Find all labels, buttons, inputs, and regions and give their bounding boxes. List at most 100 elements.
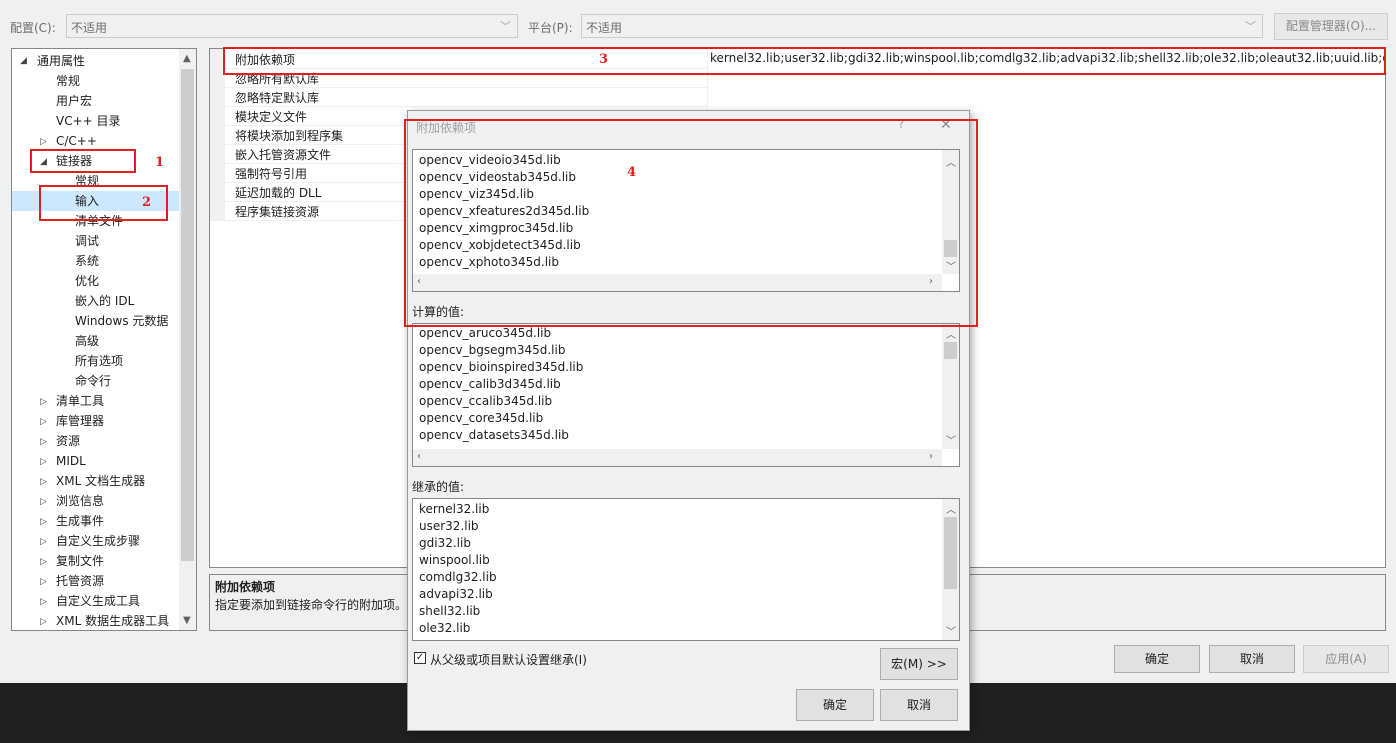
- property-name: 强制符号引用: [235, 167, 308, 181]
- dialog-cancel-button[interactable]: 取消: [880, 689, 958, 721]
- tree-item[interactable]: 浏览信息: [56, 491, 104, 511]
- collapse-triangle-icon[interactable]: ▷: [40, 137, 47, 147]
- tree-item[interactable]: 调试: [75, 231, 99, 251]
- tree-item[interactable]: XML 文档生成器: [56, 471, 145, 491]
- inherit-checkbox[interactable]: ✓: [414, 652, 426, 664]
- expand-triangle-icon[interactable]: ◢: [20, 56, 27, 66]
- collapse-triangle-icon[interactable]: ▷: [40, 477, 47, 487]
- platform-combo[interactable]: 不适用 ﹀: [581, 14, 1263, 38]
- tree-item[interactable]: Windows 元数据: [75, 311, 168, 331]
- inherit-checkbox-label[interactable]: 从父级或项目默认设置继承(I): [430, 651, 587, 668]
- collapse-triangle-icon[interactable]: ▷: [40, 457, 47, 467]
- macro-button[interactable]: 宏(M) >>: [880, 648, 958, 680]
- tree-scrollbar[interactable]: ▲ ▼: [179, 49, 196, 630]
- inherited-values-box[interactable]: kernel32.lib user32.lib gdi32.lib winspool.…: [412, 498, 960, 641]
- list-line: opencv_bioinspired345d.lib: [419, 360, 584, 374]
- config-manager-button[interactable]: 配置管理器(O)...: [1274, 13, 1388, 40]
- property-row[interactable]: 忽略特定默认库: [210, 87, 707, 107]
- property-name: 模块定义文件: [235, 110, 308, 124]
- row-gutter: [210, 144, 225, 163]
- tree-item[interactable]: 清单工具: [56, 391, 104, 411]
- property-name: 忽略特定默认库: [235, 91, 320, 105]
- tree-item[interactable]: 自定义生成步骤: [56, 531, 140, 551]
- platform-label: 平台(P):: [528, 21, 573, 35]
- property-name: 程序集链接资源: [235, 205, 320, 219]
- list-line: kernel32.lib: [419, 502, 490, 516]
- collapse-triangle-icon[interactable]: ▷: [40, 397, 47, 407]
- collapse-triangle-icon[interactable]: ▷: [40, 577, 47, 587]
- collapse-triangle-icon[interactable]: ▷: [40, 617, 47, 627]
- row-gutter: [210, 125, 225, 144]
- description-title: 附加依赖项: [215, 580, 276, 594]
- tree-item[interactable]: 复制文件: [56, 551, 104, 571]
- collapse-triangle-icon[interactable]: ▷: [40, 437, 47, 447]
- collapse-triangle-icon[interactable]: ▷: [40, 597, 47, 607]
- tree-item[interactable]: VC++ 目录: [56, 111, 121, 131]
- checkmark-icon: ✓: [415, 652, 425, 663]
- annotation-2: 2: [142, 195, 152, 210]
- collapse-triangle-icon[interactable]: ▷: [40, 497, 47, 507]
- row-gutter: [210, 106, 225, 125]
- property-name: 将模块添加到程序集: [235, 129, 344, 143]
- scroll-left-icon[interactable]: ‹: [417, 451, 421, 462]
- tree-item[interactable]: 系统: [75, 251, 99, 271]
- tree-item[interactable]: XML 数据生成器工具: [56, 611, 169, 630]
- computed-hscrollbar[interactable]: ‹ ›: [413, 449, 942, 466]
- config-label: 配置(C):: [10, 21, 56, 35]
- tree-item[interactable]: 高级: [75, 331, 99, 351]
- config-combo[interactable]: 不适用 ﹀: [66, 14, 518, 38]
- tree-item[interactable]: 资源: [56, 431, 80, 451]
- scroll-up-icon[interactable]: ︿: [946, 501, 956, 516]
- computed-values-box[interactable]: opencv_aruco345d.lib opencv_bgsegm345d.li…: [412, 323, 960, 467]
- list-line: winspool.lib: [419, 553, 490, 567]
- tree-item[interactable]: 所有选项: [75, 351, 123, 371]
- scroll-up-icon[interactable]: ︿: [946, 326, 956, 341]
- list-line: opencv_bgsegm345d.lib: [419, 343, 566, 357]
- tree-item[interactable]: 优化: [75, 271, 99, 291]
- scroll-up-icon[interactable]: ▲: [183, 53, 191, 64]
- scroll-thumb[interactable]: [944, 342, 957, 359]
- scroll-right-icon[interactable]: ›: [929, 451, 933, 462]
- list-line: user32.lib: [419, 519, 479, 533]
- ok-button[interactable]: 确定: [1114, 645, 1200, 673]
- list-line: ole32.lib: [419, 621, 471, 635]
- computed-vscrollbar[interactable]: ︿ ﹀: [942, 324, 959, 449]
- tree-item[interactable]: MIDL: [56, 451, 86, 471]
- cancel-button[interactable]: 取消: [1209, 645, 1295, 673]
- apply-button[interactable]: 应用(A): [1303, 645, 1389, 673]
- tree-item[interactable]: 嵌入的 IDL: [75, 291, 134, 311]
- list-line: opencv_core345d.lib: [419, 411, 544, 425]
- list-line: opencv_ccalib345d.lib: [419, 394, 553, 408]
- property-tree[interactable]: ◢ 通用属性 常规 用户宏 VC++ 目录 ▷ C/C++ ◢ 链接器 常规 输入 清单文件 调试系…: [11, 48, 197, 631]
- dialog-ok-button[interactable]: 确定: [796, 689, 874, 721]
- inherited-vscrollbar[interactable]: ︿ ﹀: [942, 499, 959, 640]
- scroll-thumb[interactable]: [944, 517, 957, 589]
- chevron-down-icon: ﹀: [1245, 20, 1256, 33]
- tree-item[interactable]: C/C++: [56, 131, 97, 151]
- scroll-thumb[interactable]: [181, 69, 194, 561]
- collapse-triangle-icon[interactable]: ▷: [40, 537, 47, 547]
- scroll-down-icon[interactable]: ﹀: [946, 432, 956, 447]
- tree-item[interactable]: 用户宏: [56, 91, 92, 111]
- tree-item[interactable]: 托管资源: [56, 571, 104, 591]
- tree-item[interactable]: 库管理器: [56, 411, 104, 431]
- tree-item[interactable]: 命令行: [75, 371, 111, 391]
- row-gutter: [210, 201, 225, 220]
- scroll-down-icon[interactable]: ﹀: [946, 623, 956, 638]
- collapse-triangle-icon[interactable]: ▷: [40, 557, 47, 567]
- row-gutter: [210, 87, 225, 106]
- collapse-triangle-icon[interactable]: ▷: [40, 517, 47, 527]
- annotation-box-1: [30, 149, 136, 173]
- list-line: shell32.lib: [419, 604, 481, 618]
- tree-item[interactable]: 生成事件: [56, 511, 104, 531]
- tree-root[interactable]: 通用属性: [37, 51, 85, 71]
- property-name: 延迟加载的 DLL: [235, 186, 322, 200]
- list-line: comdlg32.lib: [419, 570, 497, 584]
- scroll-down-icon[interactable]: ▼: [183, 615, 191, 626]
- annotation-box-4: [404, 119, 978, 327]
- list-line: opencv_aruco345d.lib: [419, 326, 552, 340]
- tree-item[interactable]: 常规: [56, 71, 80, 91]
- tree-item[interactable]: 自定义生成工具: [56, 591, 140, 611]
- collapse-triangle-icon[interactable]: ▷: [40, 417, 47, 427]
- platform-value: 不适用: [586, 21, 623, 35]
